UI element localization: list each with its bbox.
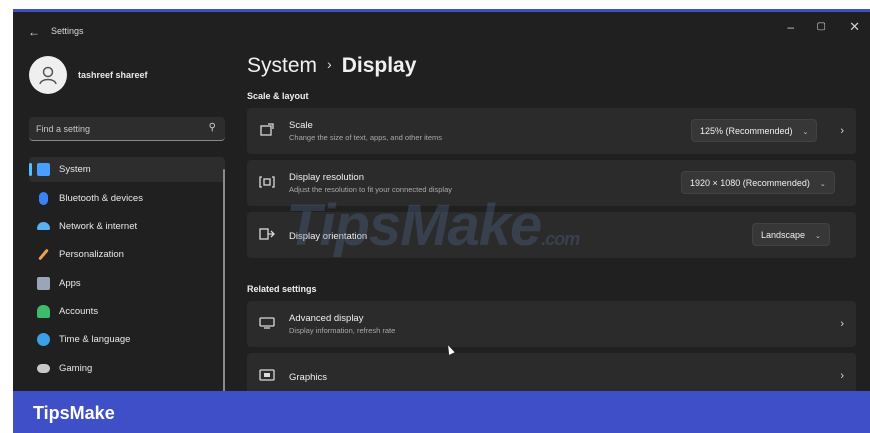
graphics-icon [259,368,275,384]
monitor-icon [37,163,50,176]
user-name: tashreef shareef [78,70,148,80]
chevron-down-icon: ⌄ [802,129,809,136]
sidebar-item-label: Gaming [59,363,93,374]
advanced-display-subtitle: Display information, refresh rate [289,326,396,335]
sidebar-item-label: Accounts [59,306,99,317]
sidebar-scrollbar[interactable] [223,169,225,391]
monitor-icon [259,316,275,332]
sidebar-item-apps[interactable]: Apps [29,271,225,296]
brand-logo-text: TipsMake [33,403,115,423]
search-placeholder: Find a setting [36,124,91,134]
avatar[interactable] [29,56,67,94]
orientation-value: Landscape [761,230,806,240]
scale-subtitle: Change the size of text, apps, and other… [289,133,443,142]
apps-icon [37,277,50,290]
sidebar-item-bluetooth[interactable]: Bluetooth & devices [29,186,225,211]
chevron-right-icon[interactable]: › [840,370,844,382]
chevron-right-icon[interactable]: › [840,318,844,330]
scale-card[interactable]: Scale Change the size of text, apps, and… [247,108,856,154]
sidebar-item-label: Network & internet [59,221,138,232]
graphics-title: Graphics [289,372,328,383]
brand-banner: TipsMake [13,391,870,433]
sidebar-item-accounts[interactable]: Accounts [29,299,225,324]
breadcrumb-separator: › [327,56,332,72]
watermark: TipsMake.com [286,192,580,259]
settings-window: ← Settings – ▢ ✕ tashreef shareef Find a… [13,9,870,391]
resolution-value: 1920 × 1080 (Recommended) [690,178,810,188]
maximize-button[interactable]: ▢ [817,21,826,32]
graphics-card[interactable]: Graphics › [247,353,856,391]
bluetooth-icon [39,192,48,205]
section-heading-scale-layout: Scale & layout [247,91,309,101]
sidebar-item-system[interactable]: System [29,157,225,182]
search-input[interactable]: Find a setting ⚲ [29,117,225,141]
sidebar-item-label: Time & language [59,334,131,345]
window-title: Settings [51,26,84,36]
sidebar-item-label: Apps [59,278,81,289]
sidebar-item-label: Personalization [59,249,124,260]
globe-icon [37,333,50,346]
orientation-icon [259,227,275,243]
scale-title: Scale [289,120,313,131]
close-button[interactable]: ✕ [849,19,860,35]
watermark-text: TipsMake [286,193,542,258]
sidebar-item-label: System [59,164,91,175]
resolution-dropdown[interactable]: 1920 × 1080 (Recommended) ⌄ [681,171,835,194]
page-title: Display [341,54,417,77]
chevron-down-icon: ⌄ [819,181,826,188]
scale-value: 125% (Recommended) [700,126,793,136]
scale-dropdown[interactable]: 125% (Recommended) ⌄ [691,119,818,142]
sidebar-item-network[interactable]: Network & internet [29,214,225,239]
scale-icon [259,123,275,139]
gamepad-icon [37,364,50,373]
search-icon: ⚲ [208,122,216,133]
chevron-right-icon[interactable]: › [840,125,844,137]
back-arrow-icon[interactable]: ← [28,25,40,39]
brush-icon [38,248,49,261]
advanced-display-title: Advanced display [289,313,364,324]
wifi-icon [37,222,50,230]
active-indicator [29,163,32,176]
advanced-display-card[interactable]: Advanced display Display information, re… [247,301,856,347]
section-heading-related-settings: Related settings [247,284,317,294]
title-bar: ← Settings – ▢ ✕ [13,12,870,50]
sidebar-item-label: Bluetooth & devices [59,193,143,204]
breadcrumb: System › Display [247,54,416,78]
sidebar-item-personalization[interactable]: Personalization [29,242,225,267]
account-icon [37,305,50,318]
sidebar-item-time-language[interactable]: Time & language [29,327,225,352]
person-icon [39,66,57,85]
breadcrumb-parent[interactable]: System [247,54,317,77]
resolution-title: Display resolution [289,172,364,183]
minimize-button[interactable]: – [787,20,794,34]
orientation-dropdown[interactable]: Landscape ⌄ [752,223,830,246]
chevron-down-icon: ⌄ [815,233,821,240]
sidebar-item-gaming[interactable]: Gaming [29,356,225,381]
resolution-icon [259,175,275,191]
watermark-suffix: .com [541,229,580,249]
